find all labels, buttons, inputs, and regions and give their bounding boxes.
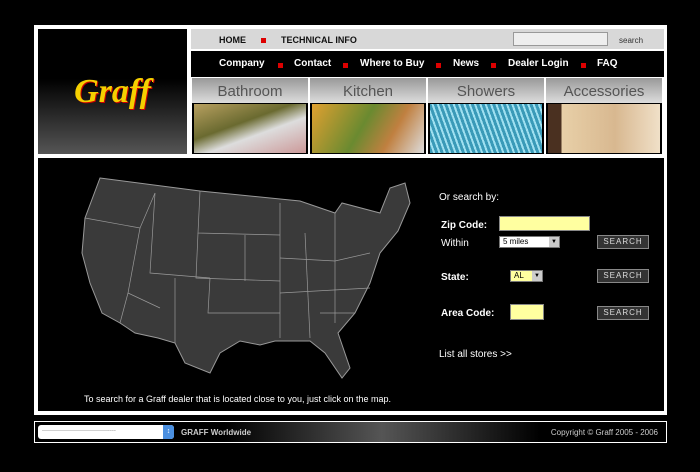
main-nav: Company Contact Where to Buy News Dealer… [191, 51, 664, 77]
nav-dealer-login[interactable]: Dealer Login [508, 58, 569, 69]
zip-label: Zip Code: [441, 220, 488, 231]
home-link[interactable]: HOME [219, 35, 246, 45]
separator [343, 63, 348, 68]
technical-info-link[interactable]: TECHNICAL INFO [281, 35, 357, 45]
area-code-label: Area Code: [441, 308, 495, 319]
bathroom-image [194, 104, 306, 153]
search-heading: Or search by: [439, 192, 500, 203]
state-select[interactable]: AL ▼ [510, 270, 543, 282]
chevron-down-icon: ▼ [549, 237, 559, 247]
tab-kitchen[interactable]: Kitchen [310, 78, 426, 154]
state-label: State: [441, 272, 469, 283]
area-code-input[interactable] [510, 304, 544, 320]
nav-faq[interactable]: FAQ [597, 58, 618, 69]
tab-bathroom[interactable]: Bathroom [192, 78, 308, 154]
chevron-down-icon: ▼ [532, 271, 542, 281]
within-label: Within [441, 238, 469, 249]
separator [491, 63, 496, 68]
showers-image [430, 104, 542, 153]
top-bar: HOME TECHNICAL INFO search [191, 29, 664, 49]
footer: ------------------------------------- ↕ G… [34, 421, 667, 443]
worldwide-label: GRAFF Worldwide [181, 428, 252, 437]
within-select[interactable]: 5 miles ▼ [499, 236, 560, 248]
map-instructions: To search for a Graff dealer that is loc… [84, 394, 391, 404]
nav-contact[interactable]: Contact [294, 58, 331, 69]
separator [261, 38, 266, 43]
search-input[interactable] [513, 32, 608, 46]
separator [436, 63, 441, 68]
nav-news[interactable]: News [453, 58, 479, 69]
tab-accessories[interactable]: Accessories [546, 78, 662, 154]
zip-code-input[interactable] [499, 216, 590, 231]
list-all-stores-link[interactable]: List all stores >> [439, 349, 512, 360]
accessories-image [548, 104, 660, 153]
country-select[interactable]: ------------------------------------- ↕ [38, 425, 174, 439]
kitchen-image [312, 104, 424, 153]
search-button[interactable]: search [619, 36, 643, 45]
us-map[interactable] [80, 173, 420, 383]
nav-where-to-buy[interactable]: Where to Buy [360, 58, 424, 69]
graff-logo[interactable]: Graff [38, 29, 187, 154]
separator [278, 63, 283, 68]
nav-company[interactable]: Company [219, 58, 265, 69]
dealer-locator: To search for a Graff dealer that is loc… [38, 158, 664, 411]
separator [581, 63, 586, 68]
chevron-updown-icon: ↕ [163, 425, 174, 439]
copyright: Copyright © Graff 2005 - 2006 [550, 428, 658, 437]
area-search-button[interactable]: SEARCH [597, 306, 649, 320]
tab-showers[interactable]: Showers [428, 78, 544, 154]
state-search-button[interactable]: SEARCH [597, 269, 649, 283]
zip-search-button[interactable]: SEARCH [597, 235, 649, 249]
